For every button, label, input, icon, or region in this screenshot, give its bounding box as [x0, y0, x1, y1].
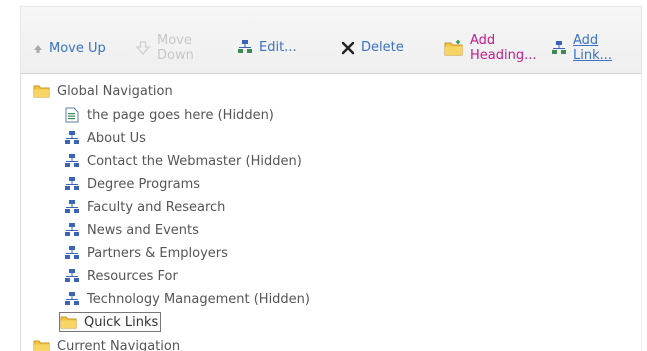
sitemap-icon [63, 267, 81, 285]
down-arrow-icon [135, 40, 151, 56]
tree-node-label: Degree Programs [87, 176, 201, 192]
move-down-label-1: Move [157, 33, 192, 48]
x-delete-icon [341, 41, 355, 55]
sitemap-icon [63, 152, 81, 170]
tree-node-label: About Us [87, 130, 146, 146]
move-up-label: Move Up [49, 41, 106, 56]
delete-button[interactable]: Delete [341, 40, 404, 55]
add-link-label-2: Link... [573, 48, 613, 63]
sitemap-icon [63, 290, 81, 308]
tree-node-label: Resources For [87, 268, 178, 284]
folder-icon [60, 313, 78, 331]
toolbar: Move Up Move Down Edit... Delete Add Hea… [20, 6, 642, 74]
tree-node-label: Faculty and Research [87, 199, 226, 215]
tree-node-label: Current Navigation [57, 338, 181, 351]
tree-node-label: Quick Links [84, 314, 159, 330]
navigation-tree: Global Navigation the page goes here (Hi… [20, 74, 642, 351]
tree-node-label: Global Navigation [57, 83, 173, 99]
sitemap-icon [63, 244, 81, 262]
sitemap-icon [63, 221, 81, 239]
edit-button[interactable]: Edit... [237, 39, 297, 55]
add-heading-button[interactable]: Add Heading... [444, 33, 537, 63]
edit-node-icon [237, 39, 253, 55]
add-heading-label-2: Heading... [470, 48, 537, 63]
sitemap-icon [63, 198, 81, 216]
move-down-button[interactable]: Move Down [135, 33, 194, 63]
tree-node-item[interactable]: Contact the Webmaster (Hidden) [63, 151, 302, 171]
sitemap-icon [63, 175, 81, 193]
tree-node-global-navigation[interactable]: Global Navigation [33, 81, 173, 101]
add-heading-label-1: Add [470, 33, 496, 48]
tree-node-label: Technology Management (Hidden) [87, 291, 310, 307]
move-up-button[interactable]: Move Up [33, 41, 106, 56]
add-link-label-1: Add [573, 33, 599, 48]
page-icon [63, 106, 81, 124]
folder-icon [33, 82, 51, 100]
move-down-label-2: Down [157, 48, 194, 63]
add-link-button[interactable]: Add Link... [551, 33, 612, 63]
tree-node-item[interactable]: Faculty and Research [63, 197, 225, 217]
tree-node-label: Partners & Employers [87, 245, 228, 261]
folder-icon [33, 337, 51, 351]
folder-add-icon [444, 39, 464, 57]
delete-label: Delete [361, 40, 404, 55]
tree-node-item[interactable]: Technology Management (Hidden) [63, 289, 310, 309]
tree-node-item[interactable]: Degree Programs [63, 174, 200, 194]
tree-node-item[interactable]: Partners & Employers [63, 243, 228, 263]
tree-node-item[interactable]: the page goes here (Hidden) [63, 105, 274, 125]
tree-node-current-navigation[interactable]: Current Navigation [33, 336, 180, 351]
tree-node-label: the page goes here (Hidden) [87, 107, 274, 123]
up-arrow-icon [33, 44, 43, 54]
tree-node-item[interactable]: News and Events [63, 220, 199, 240]
tree-node-item[interactable]: Resources For [63, 266, 178, 286]
edit-label: Edit... [259, 39, 297, 55]
tree-node-label: News and Events [87, 222, 199, 238]
sitemap-icon [63, 129, 81, 147]
tree-node-quick-links[interactable]: Quick Links [59, 312, 162, 332]
tree-node-label: Contact the Webmaster (Hidden) [87, 153, 302, 169]
link-add-icon [551, 40, 567, 56]
tree-node-item[interactable]: About Us [63, 128, 146, 148]
